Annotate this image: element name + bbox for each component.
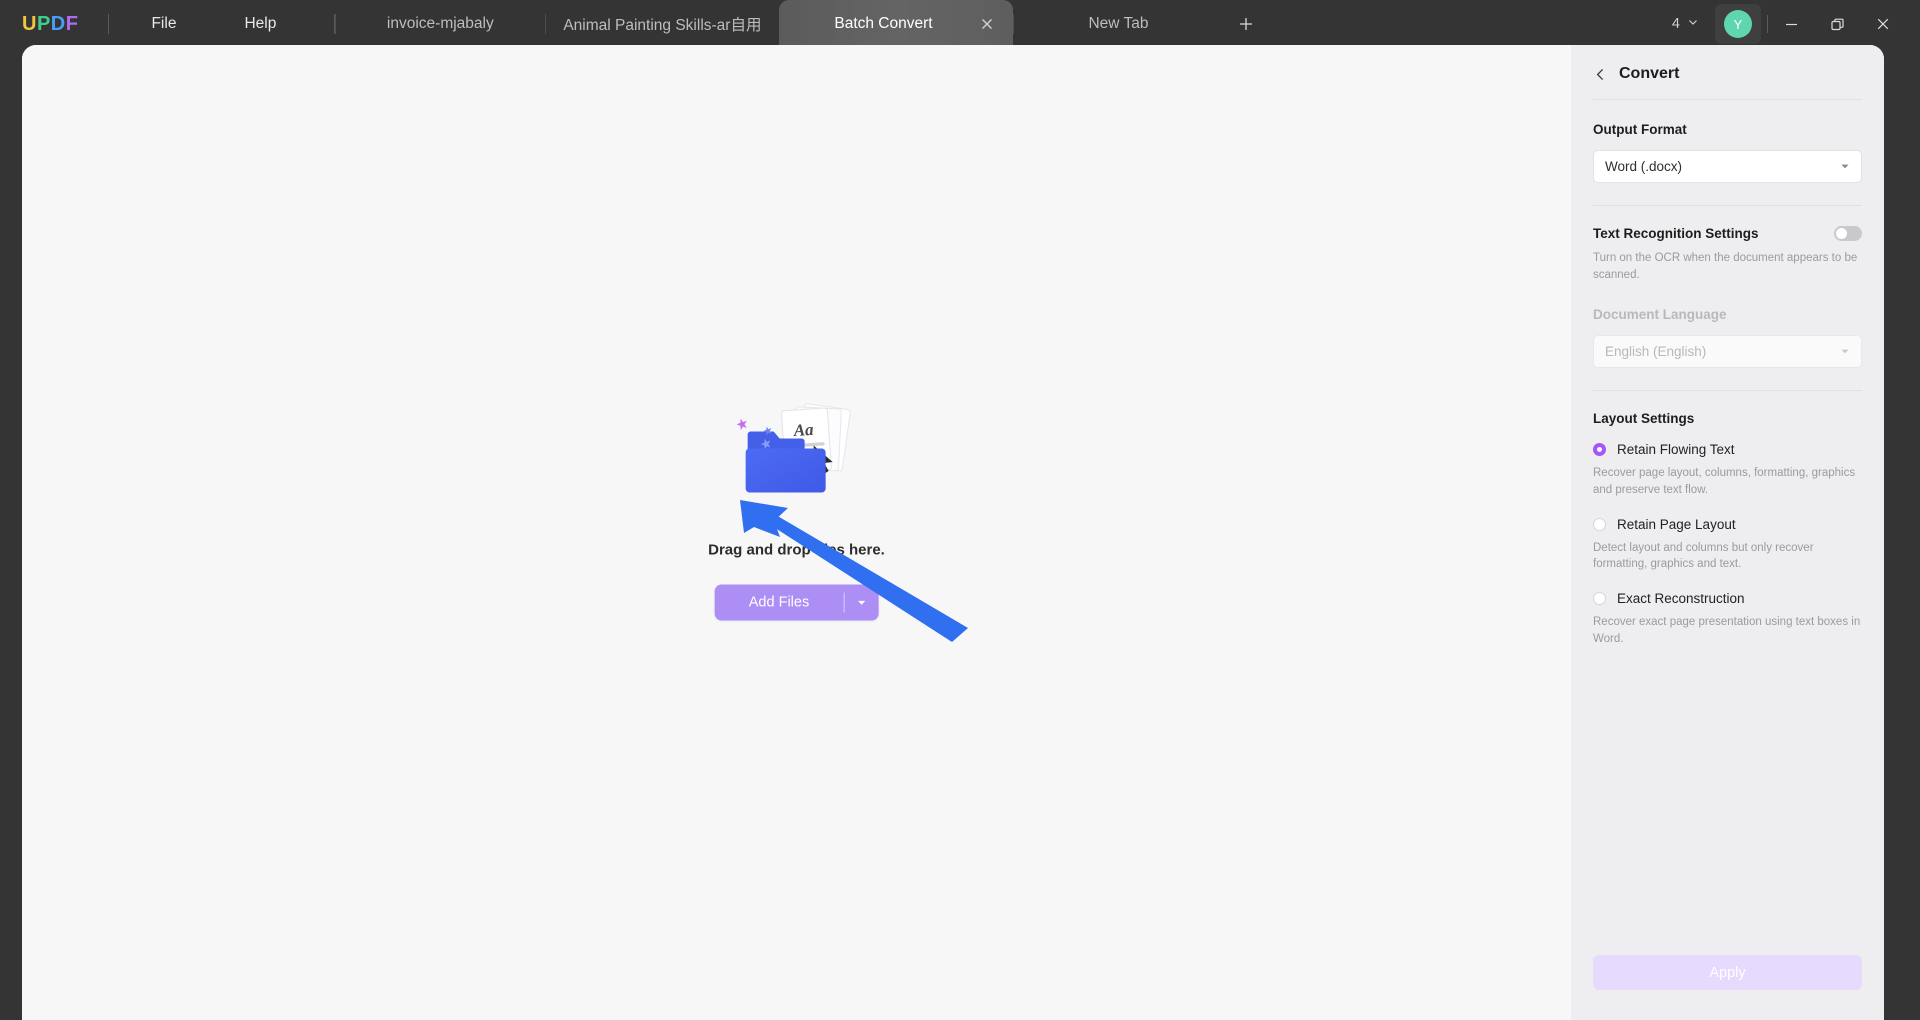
layout-option-label: Retain Page Layout [1617, 516, 1736, 532]
logo-letter-u: U [22, 12, 37, 35]
layout-option-hint: Recover exact page presentation using te… [1593, 616, 1861, 645]
divider [1593, 205, 1862, 206]
minimize-icon[interactable] [1768, 0, 1814, 48]
layout-option-hint: Recover page layout, columns, formatting… [1593, 467, 1856, 497]
batch-convert-canvas[interactable]: Aa Drag and drop files here. Add Files [22, 45, 1571, 1020]
tab-label: Animal Painting Skills-ar自用 [563, 17, 762, 34]
chevron-left-icon[interactable] [1593, 67, 1608, 82]
layout-option-label: Retain Flowing Text [1617, 442, 1735, 458]
apply-button[interactable]: Apply [1593, 955, 1862, 990]
account-button[interactable]: Y [1715, 4, 1761, 44]
tab-count-label: 4 [1671, 16, 1680, 32]
svg-text:Aa: Aa [792, 419, 815, 439]
close-icon[interactable] [979, 16, 995, 32]
text-recognition-toggle[interactable] [1834, 226, 1862, 241]
layout-option-exact-reconstruction[interactable]: Exact Reconstruction [1593, 591, 1862, 606]
divider [1593, 390, 1862, 392]
chevron-down-icon [1687, 16, 1699, 32]
layout-option-label: Exact Reconstruction [1617, 591, 1745, 607]
output-format-select[interactable]: Word (.docx) [1593, 150, 1862, 183]
window-close-icon[interactable] [1860, 0, 1906, 48]
convert-panel: Convert Output Format Word (.docx) Text … [1571, 45, 1884, 1020]
window-controls: 4 Y [1666, 0, 1920, 48]
document-language-label: Document Language [1593, 307, 1727, 323]
panel-footer: Apply [1571, 955, 1884, 1020]
layout-option-hint: Detect layout and columns but only recov… [1593, 541, 1814, 571]
drop-zone[interactable]: Aa Drag and drop files here. Add Files [708, 393, 885, 620]
tab-invoice-mjabaly[interactable]: invoice-mjabaly [335, 0, 545, 48]
tab-new-tab[interactable]: New Tab [1013, 0, 1223, 48]
tab-batch-convert[interactable]: Batch Convert [779, 0, 1014, 48]
tab-animal-painting-skills[interactable]: Animal Painting Skills-ar自用 [545, 0, 779, 48]
tab-separator [545, 14, 547, 34]
title-bar: U P D F File Help invoice-mjabaly Animal… [0, 0, 1920, 48]
logo-letter-f: F [65, 12, 79, 35]
caret-down-icon [1840, 346, 1850, 358]
tab-label: Batch Convert [834, 15, 933, 32]
add-files-button[interactable]: Add Files [714, 584, 879, 620]
logo-letter-p: P [36, 12, 51, 35]
text-recognition-hint: Turn on the OCR when the document appear… [1593, 252, 1858, 281]
add-files-label: Add Files [748, 594, 810, 610]
logo-letter-d: D [50, 12, 66, 35]
layout-option-retain-flowing-text[interactable]: Retain Flowing Text [1593, 442, 1862, 457]
document-language-value: English (English) [1605, 344, 1707, 360]
new-tab-button[interactable] [1223, 0, 1269, 48]
caret-down-icon[interactable] [845, 584, 879, 620]
text-recognition-label: Text Recognition Settings [1593, 226, 1759, 241]
menu-help[interactable]: Help [230, 10, 290, 38]
tab-separator [335, 14, 337, 34]
radio-icon [1593, 517, 1606, 531]
tab-strip: invoice-mjabaly Animal Painting Skills-a… [335, 0, 1269, 48]
tab-label: New Tab [1088, 15, 1149, 32]
output-format-label: Output Format [1593, 122, 1687, 137]
drop-zone-text: Drag and drop files here. [708, 541, 885, 558]
app-logo: U P D F [22, 13, 78, 36]
panel-header: Convert [1571, 45, 1884, 99]
document-language-select: English (English) [1593, 335, 1862, 369]
workspace: Aa Drag and drop files here. Add Files C… [22, 45, 1884, 1020]
layout-option-retain-page-layout[interactable]: Retain Page Layout [1593, 517, 1862, 532]
menu-file[interactable]: File [137, 10, 190, 38]
divider [108, 14, 110, 34]
layout-settings-label: Layout Settings [1593, 411, 1695, 427]
radio-icon [1593, 592, 1606, 606]
panel-body: Output Format Word (.docx) Text Recognit… [1571, 100, 1884, 955]
radio-icon [1593, 443, 1606, 457]
tab-label: invoice-mjabaly [386, 15, 494, 32]
tab-separator [1013, 14, 1015, 34]
tab-count-button[interactable]: 4 [1666, 12, 1705, 36]
avatar: Y [1724, 10, 1752, 38]
toggle-knob [1836, 228, 1847, 239]
output-format-value: Word (.docx) [1605, 159, 1683, 174]
caret-down-icon [1840, 161, 1850, 173]
folder-documents-icon: Aa [736, 402, 851, 492]
restore-icon[interactable] [1814, 0, 1860, 48]
panel-title: Convert [1619, 65, 1680, 82]
